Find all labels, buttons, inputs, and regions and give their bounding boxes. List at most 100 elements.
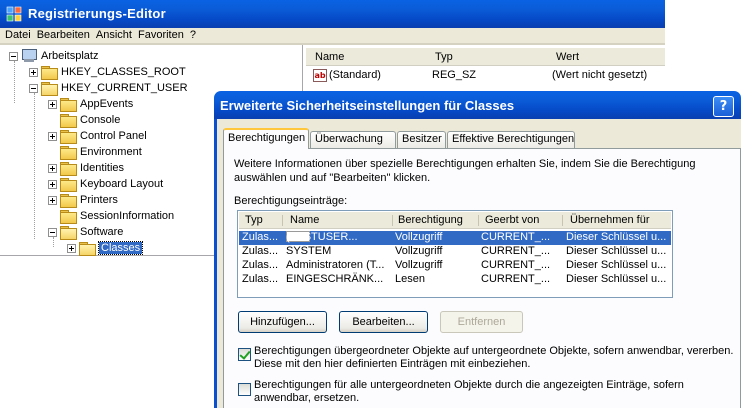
tree-node-appevents[interactable]: AppEvents (48, 96, 133, 112)
entry-apply-to: Dieser Schlüssel u... (566, 231, 667, 243)
tree-node-keyboard-layout[interactable]: Keyboard Layout (48, 176, 163, 192)
entry-inherited: CURRENT_... (481, 245, 551, 257)
menu-favoriten[interactable]: Favoriten (138, 28, 184, 42)
column-header-permission[interactable]: Berechtigung (398, 214, 463, 226)
tree-label: AppEvents (80, 98, 134, 110)
tab-besitzer[interactable]: Besitzer (397, 131, 446, 148)
entry-type: Zulas... (242, 231, 279, 243)
expand-icon[interactable] (48, 131, 57, 141)
tree-label: Environment (80, 146, 142, 158)
regedit-title: Registrierungs-Editor (28, 6, 166, 21)
entry-type: Zulas... (242, 245, 279, 257)
column-header-name[interactable]: Name (290, 214, 319, 226)
dialog-body: Berechtigungen Überwachung Besitzer Effe… (214, 119, 741, 408)
permission-entry-row[interactable]: Zulas... EINGESCHRÄNK... Lesen CURRENT_.… (239, 273, 671, 287)
tree-node-software[interactable]: Software (48, 224, 123, 240)
menu-bearbeiten[interactable]: Bearbeiten (37, 28, 90, 42)
column-header-value[interactable]: Wert (556, 51, 579, 63)
remove-button[interactable]: Entfernen (440, 311, 523, 333)
inherit-permissions-line2: Diese mit den hier definierten Einträgen… (254, 358, 531, 370)
expand-icon[interactable] (48, 163, 57, 173)
edit-button[interactable]: Bearbeiten... (339, 311, 428, 333)
entry-name: EINGESCHRÄNK... (286, 273, 384, 285)
tree-node-hkcr[interactable]: HKEY_CLASSES_ROOT (29, 64, 186, 80)
value-row[interactable]: ab (Standard) REG_SZ (Wert nicht gesetzt… (306, 68, 665, 84)
entry-type: Zulas... (242, 273, 279, 285)
column-header-inherited[interactable]: Geerbt von (485, 214, 539, 226)
collapse-icon[interactable] (48, 227, 57, 237)
inherit-permissions-checkbox[interactable] (238, 348, 251, 361)
column-header-type[interactable]: Typ (435, 51, 453, 63)
tree-label-selected: Classes (97, 241, 144, 255)
tree-label: HKEY_CURRENT_USER (61, 82, 188, 94)
tree-node-control-panel[interactable]: Control Panel (48, 128, 147, 144)
tree-label: HKEY_CLASSES_ROOT (61, 66, 186, 78)
expand-icon[interactable] (48, 195, 57, 205)
expand-icon[interactable] (48, 179, 57, 189)
entry-apply-to: Dieser Schlüssel u... (566, 259, 667, 271)
tree-line (34, 93, 35, 239)
permission-entry-row[interactable]: Zulas... SYSTEM Vollzugriff CURRENT_... … (239, 245, 671, 259)
inherit-permissions-label: Berechtigungen übergeordneter Objekte au… (254, 345, 733, 371)
entry-permission: Vollzugriff (395, 245, 443, 257)
tree-label: Arbeitsplatz (41, 50, 99, 62)
expand-icon[interactable] (67, 243, 76, 253)
value-data: (Wert nicht gesetzt) (552, 69, 648, 81)
dialog-title-bar[interactable]: Erweiterte Sicherheitseinstellungen für … (214, 91, 741, 119)
menu-datei[interactable]: Datei (5, 28, 31, 42)
menu-help[interactable]: ? (190, 28, 196, 42)
replace-child-permissions-label: Berechtigungen für alle untergeordneten … (254, 379, 684, 405)
tree-label: SessionInformation (80, 210, 175, 222)
advanced-security-dialog: Erweiterte Sicherheitseinstellungen für … (214, 91, 741, 408)
tree-node-console[interactable]: Console (60, 112, 120, 128)
add-button[interactable]: Hinzufügen... (238, 311, 327, 333)
replace-child-permissions-checkbox[interactable] (238, 383, 251, 396)
help-button[interactable]: ? (713, 96, 734, 117)
tree-node-hkcu[interactable]: HKEY_CURRENT_USER (29, 80, 188, 96)
tree-node-root[interactable]: Arbeitsplatz (9, 48, 98, 64)
tree-node-classes[interactable]: Classes (67, 240, 144, 256)
entry-permission: Vollzugriff (395, 259, 443, 271)
permission-entry-row[interactable]: Zulas... Administratoren (T... Vollzugri… (239, 259, 671, 273)
folder-icon (60, 130, 77, 144)
permission-entry-row-selected[interactable]: Zulas... (TESTUSER... Vollzugriff CURREN… (239, 231, 671, 245)
replace-child-permissions-line2: anwendbar, ersetzen. (254, 392, 360, 404)
string-value-icon: ab (313, 69, 327, 82)
regedit-title-bar[interactable]: Registrierungs-Editor (0, 0, 665, 28)
tree-label: Identities (80, 162, 125, 174)
tab-berechtigungen[interactable]: Berechtigungen (223, 128, 309, 149)
permission-entries-list[interactable]: Typ Name Berechtigung Geerbt von Überneh… (237, 210, 673, 298)
column-header-apply-to[interactable]: Übernehmen für (570, 214, 650, 226)
tab-ueberwachung[interactable]: Überwachung (310, 131, 396, 148)
entry-permission: Lesen (395, 273, 425, 285)
tree-label: Keyboard Layout (80, 178, 164, 190)
regedit-app-icon (6, 6, 22, 22)
tree-node-sessioninformation[interactable]: SessionInformation (60, 208, 174, 224)
entry-name: Administratoren (T... (286, 259, 385, 271)
permission-entries-label: Berechtigungseinträge: (234, 195, 348, 207)
tree-label: Printers (80, 194, 118, 206)
entry-permission: Vollzugriff (395, 231, 443, 243)
menu-bar: Datei Bearbeiten Ansicht Favoriten? (0, 28, 665, 43)
menu-ansicht[interactable]: Ansicht (96, 28, 132, 42)
column-header-type[interactable]: Typ (245, 214, 263, 226)
tree-node-environment[interactable]: Environment (60, 144, 142, 160)
tab-effektive-berechtigungen[interactable]: Effektive Berechtigungen (447, 131, 575, 148)
tree-node-printers[interactable]: Printers (48, 192, 118, 208)
computer-icon (21, 49, 37, 63)
tree-node-identities[interactable]: Identities (48, 160, 124, 176)
entry-inherited: CURRENT_... (481, 259, 551, 271)
folder-icon (60, 98, 77, 112)
folder-icon (60, 194, 77, 208)
column-header-name[interactable]: Name (315, 51, 344, 63)
expand-icon[interactable] (29, 67, 38, 77)
expand-icon[interactable] (48, 99, 57, 109)
entry-type: Zulas... (242, 259, 279, 271)
folder-icon (41, 66, 58, 80)
value-name: (Standard) (329, 69, 381, 81)
entry-name-text: (TESTUSER... (286, 231, 358, 243)
folder-icon (60, 146, 77, 160)
folder-icon (60, 114, 77, 128)
collapse-icon[interactable] (29, 83, 38, 93)
collapse-icon[interactable] (9, 51, 18, 61)
